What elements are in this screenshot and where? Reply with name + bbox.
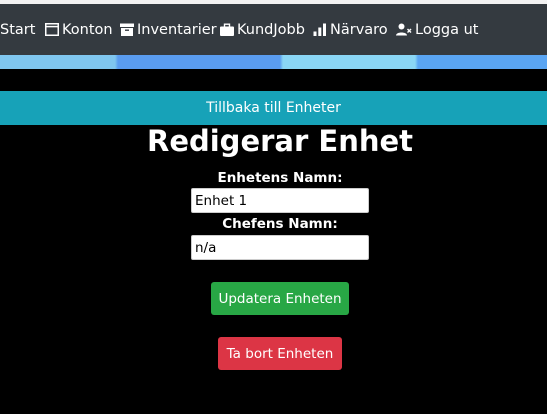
unit-name-input[interactable] xyxy=(191,188,369,213)
window-icon xyxy=(45,23,59,36)
nav-inventarier[interactable]: Inventarier xyxy=(120,4,217,55)
user-x-icon xyxy=(396,23,412,36)
nav-logga-ut[interactable]: Logga ut xyxy=(396,4,478,55)
decorative-banner xyxy=(0,55,547,69)
nav-start[interactable]: Start xyxy=(0,4,35,55)
briefcase-icon xyxy=(220,23,234,36)
archive-icon xyxy=(120,23,134,36)
nav-start-label: Start xyxy=(0,21,36,38)
nav-konton-label: Konton xyxy=(62,21,113,38)
nav-narvaro[interactable]: Närvaro xyxy=(313,4,388,55)
update-unit-button[interactable]: Updatera Enheten xyxy=(211,282,349,315)
nav-kundjobb-label: KundJobb xyxy=(237,21,305,38)
unit-name-label: Enhetens Namn: xyxy=(217,170,343,186)
nav-narvaro-label: Närvaro xyxy=(330,21,388,38)
back-to-units-link[interactable]: Tillbaka till Enheter xyxy=(0,91,547,125)
nav-konton[interactable]: Konton xyxy=(45,4,113,55)
navbar: Start Konton Inventarier KundJobb Närvar… xyxy=(0,4,547,55)
nav-kundjobb[interactable]: KundJobb xyxy=(220,4,305,55)
bar-chart-icon xyxy=(313,23,327,36)
manager-name-input[interactable] xyxy=(191,235,369,260)
manager-name-label: Chefens Namn: xyxy=(222,216,338,232)
nav-logga-ut-label: Logga ut xyxy=(415,21,479,38)
delete-unit-button[interactable]: Ta bort Enheten xyxy=(218,337,342,370)
nav-inventarier-label: Inventarier xyxy=(137,21,217,38)
page-title: Redigerar Enhet xyxy=(146,124,414,158)
